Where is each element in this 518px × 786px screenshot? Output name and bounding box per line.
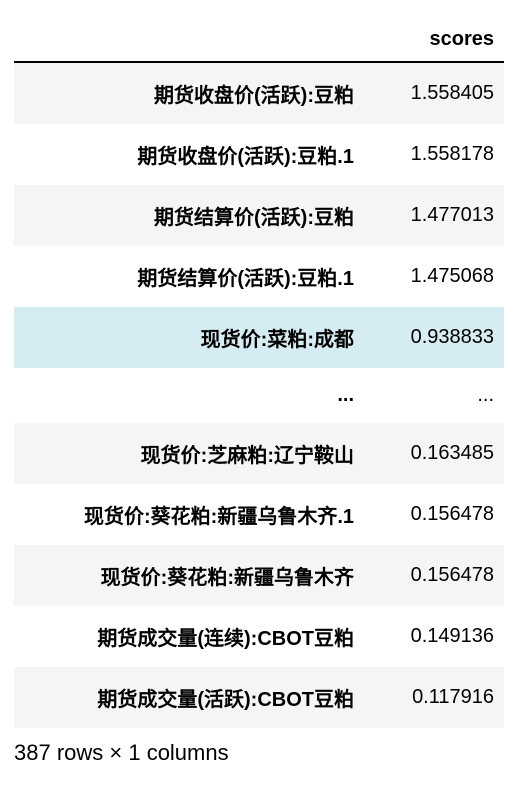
index-header [14,20,364,62]
row-value: 0.938833 [364,307,504,368]
table-row: 期货收盘价(活跃):豆粕.1 1.558178 [14,124,504,185]
row-label: 现货价:葵花粕:新疆乌鲁木齐 [14,545,364,606]
row-label: 期货收盘价(活跃):豆粕.1 [14,124,364,185]
table-row: 期货收盘价(活跃):豆粕 1.558405 [14,62,504,124]
ellipsis-row: ... ... [14,368,504,423]
row-label: 期货结算价(活跃):豆粕.1 [14,246,364,307]
row-label: 期货成交量(连续):CBOT豆粕 [14,606,364,667]
table-row: 现货价:芝麻粕:辽宁鞍山 0.163485 [14,423,504,484]
row-value: 0.163485 [364,423,504,484]
row-value: ... [364,368,504,423]
table-row: 期货成交量(活跃):CBOT豆粕 0.117916 [14,667,504,728]
dataframe-summary: 387 rows × 1 columns [14,728,504,766]
table-body: 期货收盘价(活跃):豆粕 1.558405 期货收盘价(活跃):豆粕.1 1.5… [14,62,504,728]
row-value: 1.558405 [364,62,504,124]
dataframe-table: scores 期货收盘价(活跃):豆粕 1.558405 期货收盘价(活跃):豆… [14,20,504,728]
table-row: 期货结算价(活跃):豆粕.1 1.475068 [14,246,504,307]
table-row: 现货价:葵花粕:新疆乌鲁木齐 0.156478 [14,545,504,606]
table-row: 期货结算价(活跃):豆粕 1.477013 [14,185,504,246]
row-label: 期货收盘价(活跃):豆粕 [14,62,364,124]
row-label: ... [14,368,364,423]
row-label: 期货成交量(活跃):CBOT豆粕 [14,667,364,728]
column-header-scores: scores [364,20,504,62]
row-value: 1.477013 [364,185,504,246]
table-row: 现货价:葵花粕:新疆乌鲁木齐.1 0.156478 [14,484,504,545]
row-label: 期货结算价(活跃):豆粕 [14,185,364,246]
row-value: 0.117916 [364,667,504,728]
row-value: 0.156478 [364,484,504,545]
row-value: 1.558178 [364,124,504,185]
table-row: 期货成交量(连续):CBOT豆粕 0.149136 [14,606,504,667]
row-value: 0.156478 [364,545,504,606]
row-value: 1.475068 [364,246,504,307]
row-label: 现货价:芝麻粕:辽宁鞍山 [14,423,364,484]
row-label: 现货价:葵花粕:新疆乌鲁木齐.1 [14,484,364,545]
table-row: 现货价:菜粕:成都 0.938833 [14,307,504,368]
row-label: 现货价:菜粕:成都 [14,307,364,368]
row-value: 0.149136 [364,606,504,667]
